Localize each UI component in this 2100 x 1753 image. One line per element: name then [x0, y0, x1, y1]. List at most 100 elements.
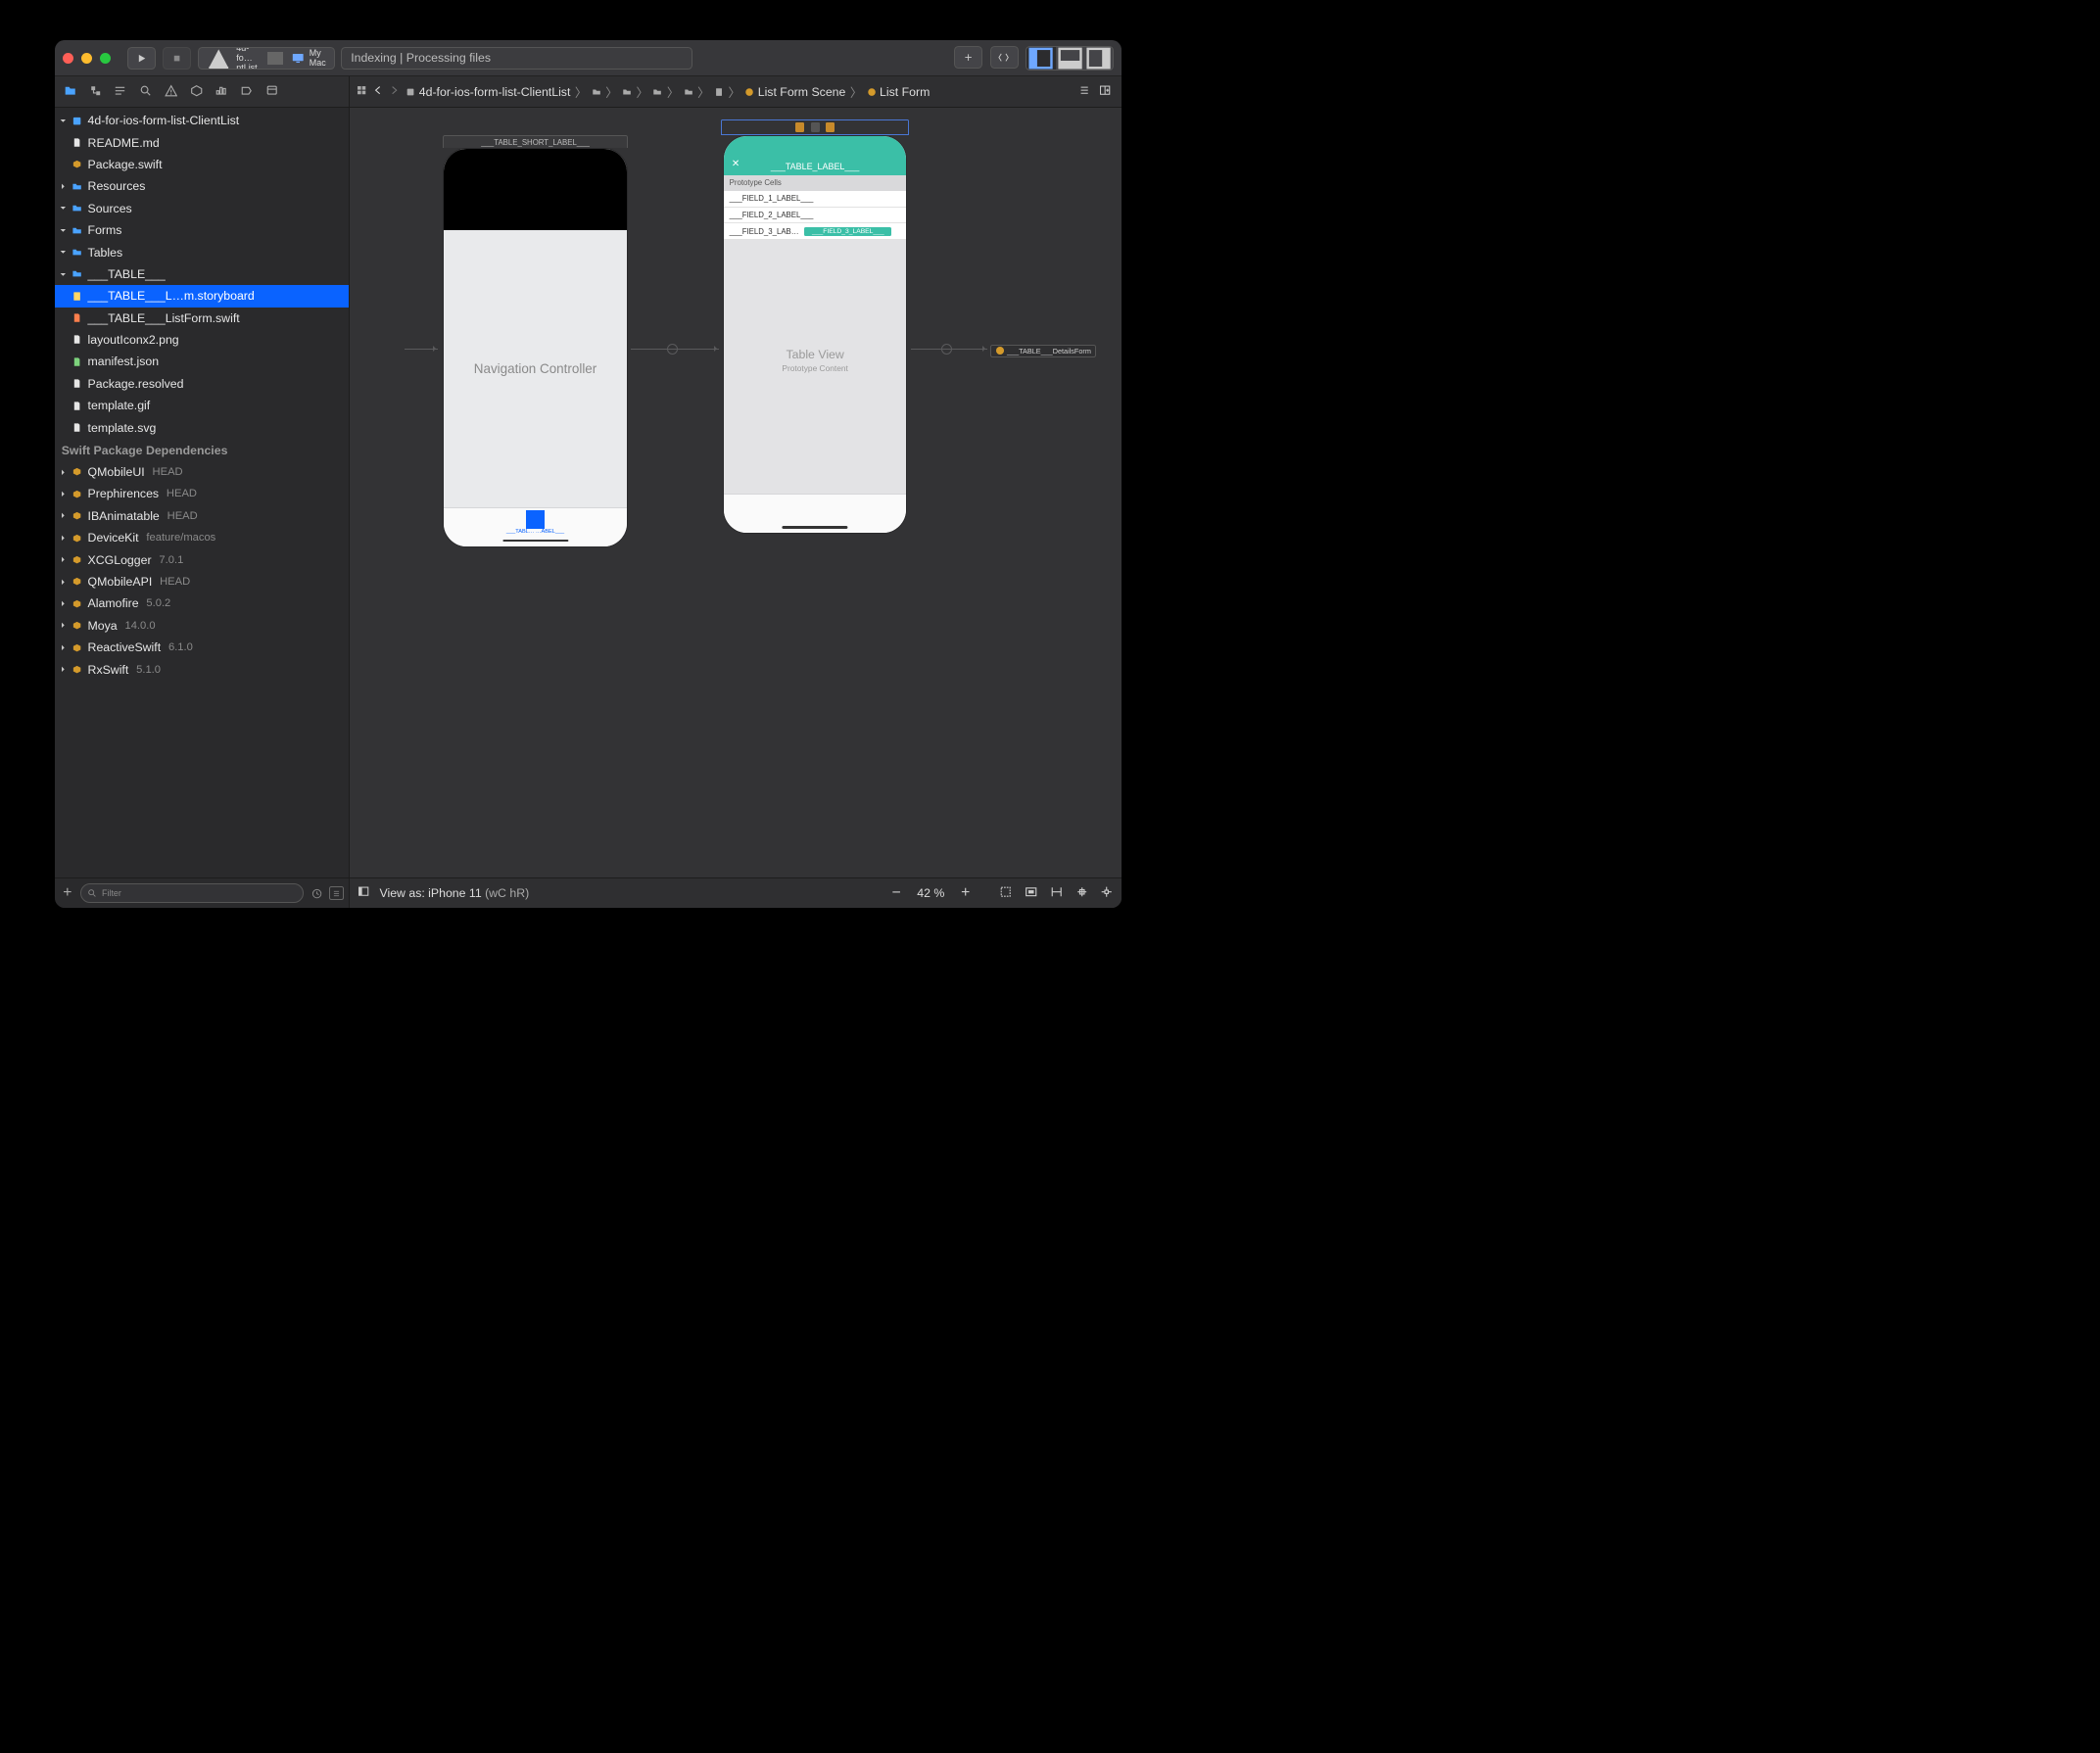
- scene-vc-icon[interactable]: [794, 121, 805, 132]
- minimize-window-button[interactable]: [81, 53, 92, 64]
- run-button[interactable]: [127, 47, 156, 69]
- test-navigator-tab[interactable]: [190, 84, 203, 99]
- dep-row[interactable]: ReactiveSwift6.1.0: [55, 637, 349, 658]
- scheme-selector[interactable]: 4d-fo…ntList My Mac: [198, 47, 335, 69]
- tableview[interactable]: Prototype Cells ___FIELD_1_LABEL___ ___F…: [724, 175, 906, 494]
- list-form-scene[interactable]: ✕ ___TABLE_LABEL___ Prototype Cells ___F…: [723, 135, 907, 535]
- zoom-level[interactable]: 42 %: [917, 886, 944, 900]
- tree-layout-png[interactable]: layoutIconx2.png: [55, 329, 349, 351]
- field3-chip[interactable]: ___FIELD_3_LABEL___: [804, 227, 891, 236]
- scene-title[interactable]: ___TABLE_SHORT_LABEL___: [443, 135, 627, 148]
- align-button[interactable]: [1050, 885, 1063, 901]
- tree-package-resolved[interactable]: Package.resolved: [55, 373, 349, 395]
- storyboard-reference[interactable]: ___TABLE___DetailsForm: [990, 345, 1096, 357]
- dep-row[interactable]: RxSwift5.1.0: [55, 658, 349, 680]
- resolve-issues-button[interactable]: [1100, 885, 1113, 901]
- toggle-debug-area-button[interactable]: [1056, 47, 1084, 69]
- toggle-inspector-button[interactable]: [1084, 47, 1113, 69]
- navigation-controller-frame[interactable]: Navigation Controller ___TABL… …ABEL___: [443, 148, 627, 547]
- add-editor-button[interactable]: [1099, 84, 1111, 98]
- stop-button[interactable]: [163, 47, 191, 69]
- close-icon[interactable]: ✕: [732, 159, 740, 169]
- prototype-cell-field2[interactable]: ___FIELD_2_LABEL___: [724, 208, 906, 224]
- tree-resources[interactable]: Resources: [55, 175, 349, 197]
- forward-button[interactable]: [388, 84, 400, 98]
- filter-input[interactable]: Filter: [80, 883, 305, 903]
- recent-filter-button[interactable]: [310, 886, 324, 901]
- tree-table-group[interactable]: ___TABLE___: [55, 263, 349, 285]
- dep-row[interactable]: Moya14.0.0: [55, 615, 349, 637]
- jump-bar[interactable]: 4d-for-ios-form-list-ClientList 〉 〉 〉 〉 …: [406, 83, 1073, 101]
- symbol-navigator-tab[interactable]: [114, 84, 126, 99]
- embed-in-button[interactable]: [1025, 885, 1037, 901]
- find-navigator-tab[interactable]: [139, 84, 152, 99]
- jumpbar-root[interactable]: 4d-for-ios-form-list-ClientList: [406, 85, 570, 99]
- tree-storyboard[interactable]: ___TABLE___L…m.storyboard: [55, 285, 349, 307]
- breakpoint-navigator-tab[interactable]: [240, 84, 253, 99]
- scene-first-responder-icon[interactable]: [810, 121, 821, 132]
- update-frames-button[interactable]: [999, 885, 1012, 901]
- run-destination[interactable]: My Mac: [283, 48, 333, 68]
- dep-row[interactable]: QMobileAPIHEAD: [55, 571, 349, 592]
- jumpbar-folder-1[interactable]: [592, 87, 601, 97]
- tab-item[interactable]: ___TABL… …ABEL___: [506, 510, 564, 535]
- jumpbar-scene[interactable]: List Form Scene: [744, 85, 845, 99]
- tree-project-root[interactable]: 4d-for-ios-form-list-ClientList: [55, 110, 349, 131]
- jumpbar-file[interactable]: [714, 87, 724, 97]
- view-as-selector[interactable]: View as: iPhone 11 (wC hR): [379, 886, 529, 900]
- code-review-button[interactable]: [990, 46, 1019, 68]
- tree-forms[interactable]: Forms: [55, 219, 349, 241]
- scene-exit-icon[interactable]: [825, 121, 835, 132]
- jumpbar-folder-4[interactable]: [684, 87, 693, 97]
- debug-navigator-tab[interactable]: [215, 84, 227, 99]
- tree-tables[interactable]: Tables: [55, 241, 349, 262]
- document-outline-button[interactable]: [1078, 84, 1090, 98]
- prototype-cell-field1[interactable]: ___FIELD_1_LABEL___: [724, 191, 906, 208]
- jumpbar-target[interactable]: List Form: [867, 85, 931, 99]
- segue-node-1[interactable]: [667, 344, 678, 355]
- tree-manifest[interactable]: manifest.json: [55, 351, 349, 372]
- scene-header-icons[interactable]: [723, 120, 907, 133]
- source-control-navigator-tab[interactable]: [89, 84, 102, 99]
- jumpbar-folder-2[interactable]: [622, 87, 632, 97]
- dep-row[interactable]: XCGLogger7.0.1: [55, 548, 349, 570]
- back-button[interactable]: [372, 84, 384, 98]
- jumpbar-folder-3[interactable]: [652, 87, 662, 97]
- zoom-window-button[interactable]: [100, 53, 111, 64]
- tree-template-svg[interactable]: template.svg: [55, 416, 349, 438]
- zoom-out-button[interactable]: −: [888, 885, 904, 901]
- tvc-navbar[interactable]: ✕ ___TABLE_LABEL___: [724, 136, 906, 175]
- ib-canvas[interactable]: ___TABLE_SHORT_LABEL___ Navigation Contr…: [350, 108, 1121, 877]
- home-indicator: [502, 540, 568, 543]
- dep-row[interactable]: IBAnimatableHEAD: [55, 505, 349, 527]
- tree-package-swift[interactable]: Package.swift: [55, 154, 349, 175]
- add-button[interactable]: +: [61, 886, 75, 901]
- toggle-outline-button[interactable]: [358, 885, 369, 900]
- segue-node-2[interactable]: [941, 344, 952, 355]
- activity-viewer[interactable]: Indexing | Processing files: [341, 47, 692, 69]
- toggle-navigator-button[interactable]: [1026, 47, 1055, 69]
- report-navigator-tab[interactable]: [265, 84, 278, 99]
- tree-template-gif[interactable]: template.gif: [55, 395, 349, 416]
- dep-row[interactable]: QMobileUIHEAD: [55, 461, 349, 483]
- close-window-button[interactable]: [63, 53, 73, 64]
- phone-notch: [495, 149, 577, 166]
- library-button[interactable]: [954, 46, 982, 68]
- related-items-button[interactable]: [356, 84, 367, 98]
- dep-row[interactable]: PrephirencesHEAD: [55, 483, 349, 504]
- scm-filter-button[interactable]: [329, 886, 344, 901]
- tree-sources[interactable]: Sources: [55, 198, 349, 219]
- initial-vc-arrow[interactable]: [405, 349, 438, 350]
- project-navigator-tab[interactable]: [64, 84, 76, 99]
- zoom-in-button[interactable]: +: [958, 885, 974, 901]
- project-navigator-tree[interactable]: 4d-for-ios-form-list-ClientList README.m…: [55, 108, 349, 877]
- dep-row[interactable]: DeviceKitfeature/macos: [55, 527, 349, 548]
- issue-navigator-tab[interactable]: [165, 84, 177, 99]
- prototype-cell-field3[interactable]: ___FIELD_3_LAB… ___FIELD_3_LABEL___: [724, 223, 906, 240]
- dep-row[interactable]: Alamofire5.0.2: [55, 592, 349, 614]
- pin-constraints-button[interactable]: [1075, 885, 1088, 901]
- tree-listform-swift[interactable]: ___TABLE___ListForm.swift: [55, 308, 349, 329]
- navigation-controller-scene[interactable]: ___TABLE_SHORT_LABEL___ Navigation Contr…: [443, 135, 627, 547]
- list-form-frame[interactable]: ✕ ___TABLE_LABEL___ Prototype Cells ___F…: [723, 135, 907, 535]
- tree-readme[interactable]: README.md: [55, 131, 349, 153]
